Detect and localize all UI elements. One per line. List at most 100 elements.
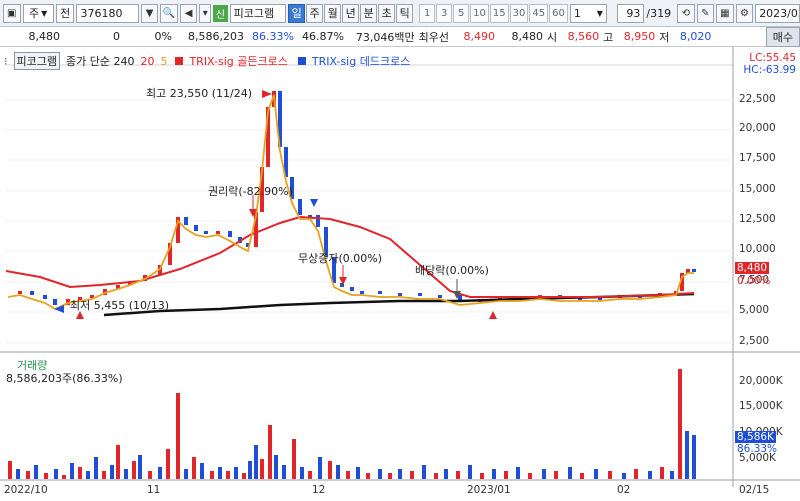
buy-button[interactable]: 매수 [765,26,800,47]
date-input[interactable]: 2023/02 [755,3,800,23]
settings-reset-icon[interactable]: ⟲ [677,3,695,23]
window-menu-icon[interactable]: ▣ [3,3,21,23]
candle [350,287,354,291]
interval-button[interactable]: 30 [509,3,529,23]
market-label: 주 [29,7,40,20]
volume-pct-tag: 86.33% [737,443,778,455]
interval-button[interactable]: 5 [453,3,470,23]
gear-icon[interactable]: ⚙ [735,3,754,23]
y-tick: 20,000 [739,122,776,134]
chart-area[interactable]: ⁝ 피코그램 종가 단순 240 20 5 TRIX-sig 골든크로스 TRI… [0,47,800,501]
volume-bar [34,465,38,479]
volume-bar [282,465,286,479]
dead-cross-swatch [297,57,306,65]
candle [204,231,208,234]
volume-bar [480,473,484,479]
dead-cross-arrow-icon [310,199,318,207]
period-tab[interactable]: 분 [360,3,378,23]
volume-bar [336,465,340,479]
prev-button[interactable]: 전 [55,3,75,23]
volume-bar [200,463,204,479]
legend-golden: TRIX-sig 골든크로스 [189,55,288,68]
interval-buttons: 1 3 5 10 15 30 45 60 [419,3,568,23]
dropdown-icon[interactable]: ▼ [140,3,159,23]
candle [438,295,442,298]
grid-icon[interactable]: ▦ [716,3,734,23]
volume-bar [274,455,278,479]
speaker-menu-icon[interactable]: ▾ [199,3,212,23]
best-quote-label: 최우선 [418,30,450,44]
volume-bar [26,471,30,479]
volume-bar [44,473,48,479]
volume-bar [366,473,370,479]
lc-value: LC:55.45 [749,52,796,64]
candles [18,91,696,305]
interval-button[interactable]: 45 [529,3,549,23]
volume-bar [468,465,472,479]
volume-bar [422,465,426,479]
period-tab[interactable]: 월 [324,3,342,23]
volume-bar [456,471,460,479]
search-icon[interactable]: 🔍 [160,3,178,23]
period-tab[interactable]: 주 [306,3,324,23]
volume-bar [260,459,264,479]
volume-bar [218,467,222,479]
volume-bar [542,469,546,479]
count-input[interactable]: 93 [616,3,645,23]
period-tab[interactable]: 초 [378,3,396,23]
draw-tool-icon[interactable]: ✎ [696,3,715,23]
period-tab[interactable]: 틱 [396,3,414,23]
volume-bar [62,475,66,479]
x-tick: 2022/10 [4,484,48,496]
interval-select[interactable]: 1 ▼ [569,3,607,23]
candle [53,299,57,305]
legend-ma5: 5 [160,54,168,68]
new-badge: 신 [213,4,228,22]
volume-bar [648,471,652,479]
interval-button[interactable]: 60 [549,3,568,23]
candle [692,269,696,272]
x-tick: 12 [312,484,326,496]
interval-button[interactable]: 15 [489,3,509,23]
candle [18,291,22,294]
volume-bar [398,469,402,479]
period-tabs: 일주월년분초틱 [288,3,414,23]
volume-bar [622,473,626,479]
code-input[interactable]: 376180 [76,3,139,23]
legend-ma-label: 종가 단순 240 [65,55,135,68]
period-tab[interactable]: 일 [288,3,306,23]
hc-value: HC:-63.99 [743,64,796,76]
candle [43,295,47,299]
bonus-annotation: 무상증자(0.00%) [298,252,383,265]
market-select[interactable]: 주 ▼ [22,3,54,23]
volume-bar [504,471,508,479]
interval-button[interactable]: 10 [470,3,489,23]
candle [194,225,198,231]
interval-button[interactable]: 1 [419,3,436,23]
y-tick: 5,000 [739,304,770,316]
volume-bar [16,469,20,479]
speaker-icon[interactable]: ◀ [179,3,198,23]
legend-menu-icon[interactable]: ⁝ [4,55,8,68]
candle [418,293,422,296]
volume-bar [54,469,58,479]
ma5-line [7,94,694,311]
interval-button[interactable]: 3 [436,3,453,23]
turnover-rate: 46.87% [301,30,344,43]
legend-dead: TRIX-sig 데드크로스 [311,55,411,68]
best-bid: 8,480 [511,30,544,43]
period-tab[interactable]: 년 [342,3,360,23]
volume-bar [516,467,520,479]
volume-bar [410,471,414,479]
volume-bar [388,473,392,479]
volume-bar [580,473,584,479]
y-tick: 22,500 [739,93,776,105]
open-price: 8,560 [567,30,600,43]
volume-bar [634,469,638,479]
candle [378,291,382,294]
high-annotation: 최고 23,550 (11/24) [146,87,253,100]
legend-stock-box[interactable]: 피코그램 [13,52,60,70]
volume-bar [148,471,152,479]
low-label: 저 [659,30,670,44]
candle [216,231,220,234]
